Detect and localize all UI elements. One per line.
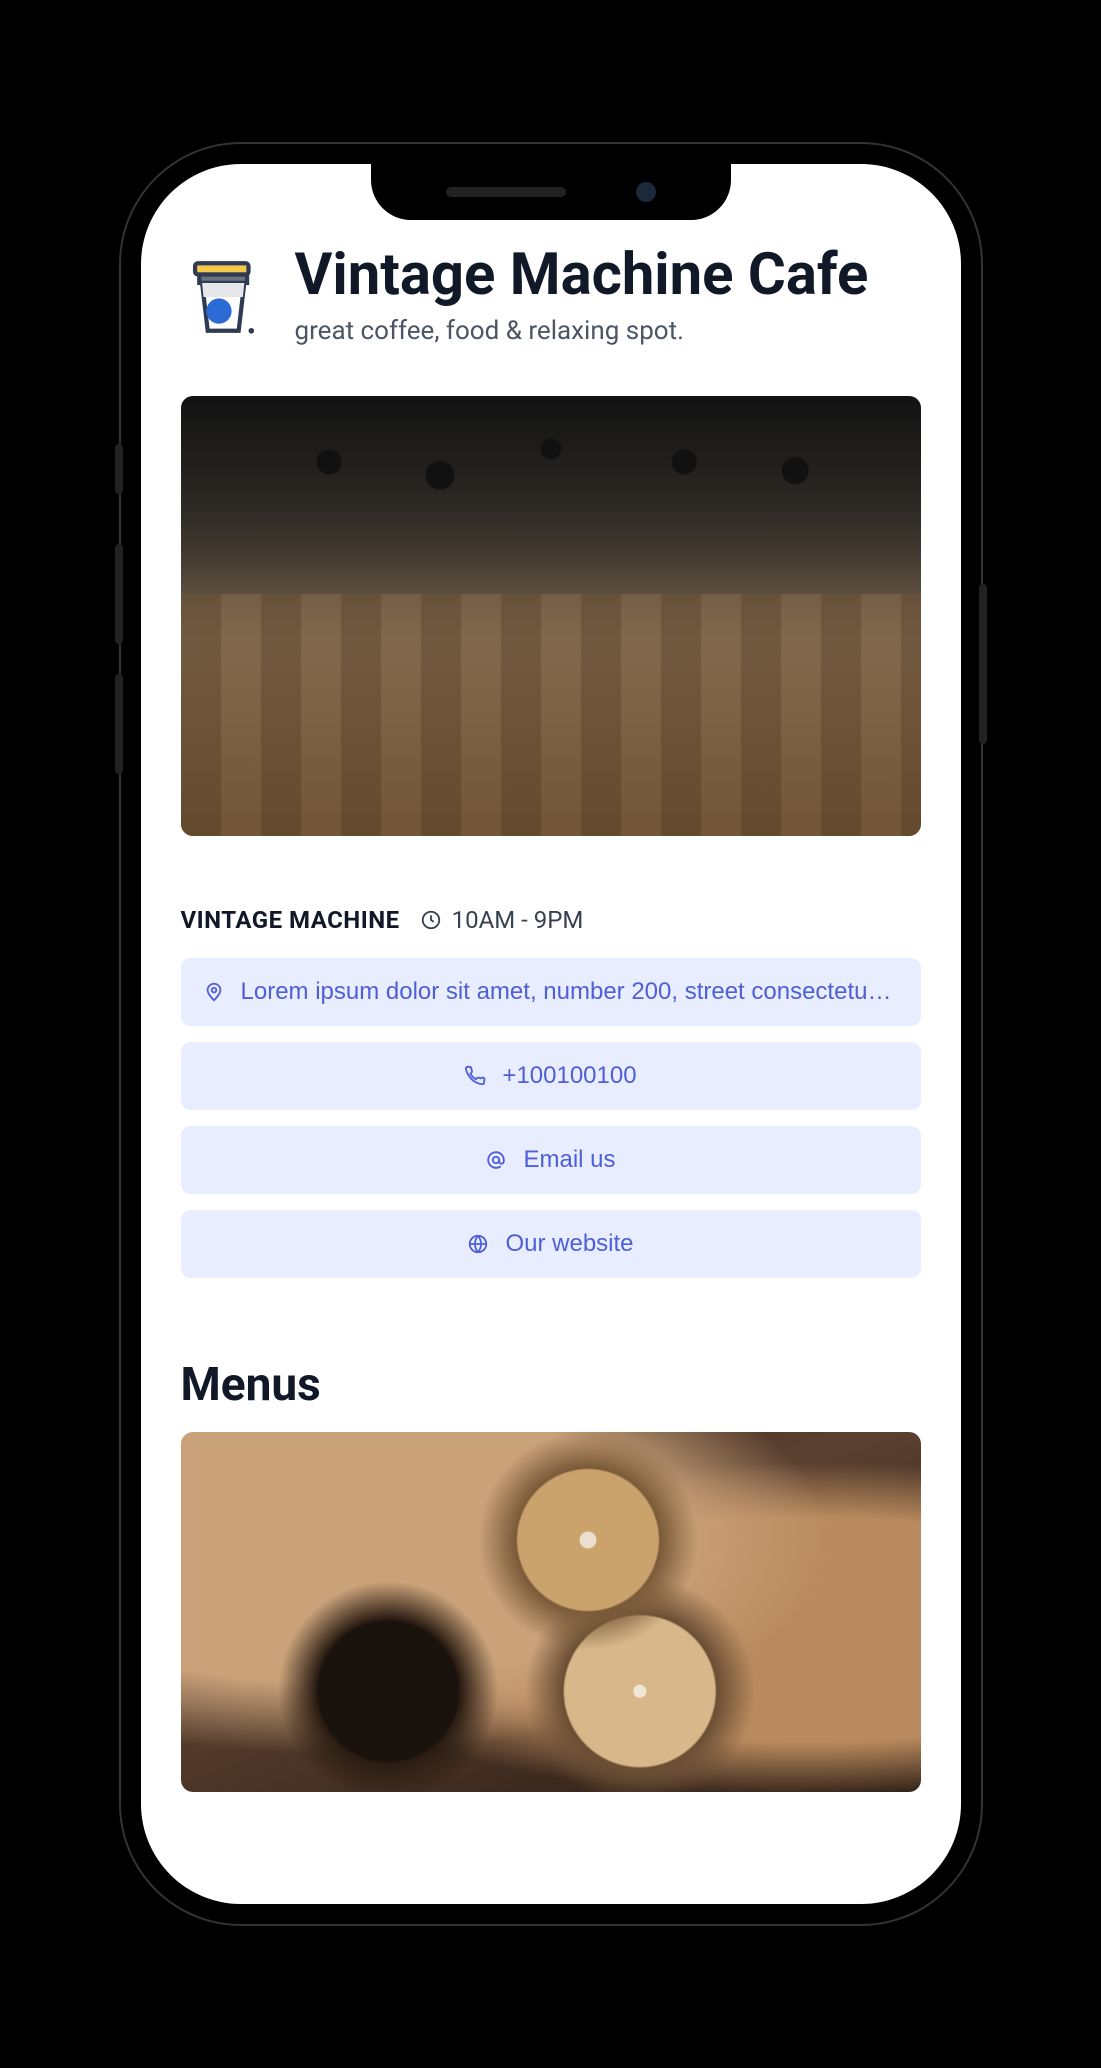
- business-title: Vintage Machine Cafe: [295, 244, 869, 308]
- info-row: VINTAGE MACHINE 10AM - 9PM: [181, 906, 921, 934]
- hero-image: [181, 396, 921, 836]
- phone-volume-down: [115, 674, 123, 774]
- email-button[interactable]: Email us: [181, 1126, 921, 1194]
- business-tagline: great coffee, food & relaxing spot.: [295, 316, 869, 346]
- phone-power-button: [979, 584, 987, 744]
- phone-volume-up: [115, 544, 123, 644]
- header: Vintage Machine Cafe great coffee, food …: [181, 244, 921, 346]
- phone-button[interactable]: +100100100: [181, 1042, 921, 1110]
- map-pin-icon: [203, 981, 225, 1003]
- phone-text: +100100100: [502, 1062, 636, 1090]
- phone-notch: [371, 164, 731, 220]
- clock-icon: [420, 909, 442, 931]
- menus-section-title: Menus: [181, 1358, 921, 1412]
- phone-mute-switch: [115, 444, 123, 494]
- globe-icon: [467, 1233, 489, 1255]
- coffee-cup-logo-icon: [181, 252, 271, 342]
- email-text: Email us: [523, 1146, 615, 1174]
- phone-camera: [636, 182, 656, 202]
- website-button[interactable]: Our website: [181, 1210, 921, 1278]
- phone-screen-bezel: Vintage Machine Cafe great coffee, food …: [141, 164, 961, 1904]
- business-hours: 10AM - 9PM: [420, 906, 584, 934]
- website-text: Our website: [505, 1230, 633, 1258]
- phone-speaker: [446, 187, 566, 197]
- app-screen[interactable]: Vintage Machine Cafe great coffee, food …: [141, 164, 961, 1904]
- address-button[interactable]: Lorem ipsum dolor sit amet, number 200, …: [181, 958, 921, 1026]
- address-text: Lorem ipsum dolor sit amet, number 200, …: [241, 978, 899, 1006]
- hours-text: 10AM - 9PM: [452, 906, 584, 934]
- phone-frame: Vintage Machine Cafe great coffee, food …: [121, 144, 981, 1924]
- business-shortname: VINTAGE MACHINE: [181, 906, 400, 934]
- at-sign-icon: [485, 1149, 507, 1171]
- header-text: Vintage Machine Cafe great coffee, food …: [295, 244, 869, 346]
- menu-image[interactable]: [181, 1432, 921, 1792]
- phone-icon: [464, 1065, 486, 1087]
